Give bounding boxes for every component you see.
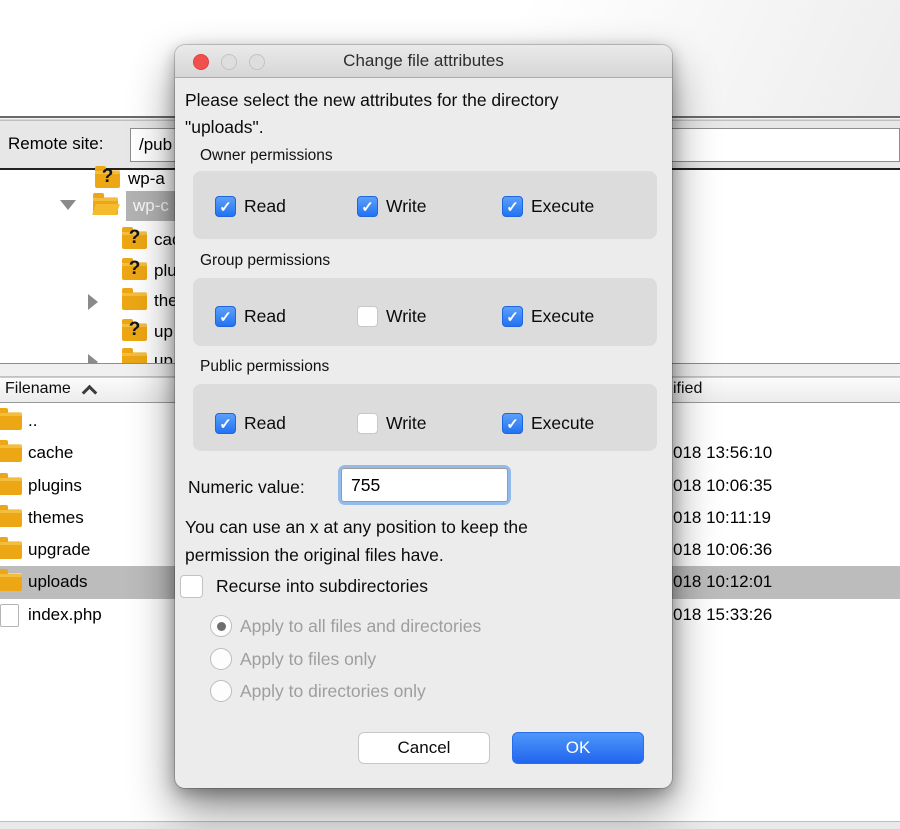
tree-item-label: plu — [154, 256, 177, 286]
file-name: themes — [28, 502, 84, 534]
owner-permissions-label: Owner permissions — [200, 147, 333, 165]
numeric-value-input[interactable]: 755 — [341, 468, 508, 502]
file-name: .. — [28, 405, 37, 437]
folder-icon — [0, 541, 22, 559]
public-write-label[interactable]: Write — [386, 413, 427, 434]
column-header-modified[interactable]: ified — [673, 380, 702, 398]
apply-all-radio — [210, 615, 232, 637]
intro-line-1: Please select the new attributes for the… — [185, 87, 665, 114]
public-read-checkbox[interactable] — [215, 413, 236, 434]
folder-icon — [122, 292, 147, 310]
intro-line-2: "uploads". — [185, 114, 665, 141]
help-text: You can use an x at any position to keep… — [185, 513, 665, 569]
file-name: uploads — [28, 566, 88, 598]
group-read-label[interactable]: Read — [244, 306, 286, 327]
cancel-button[interactable]: Cancel — [358, 732, 490, 764]
chevron-collapsed-icon[interactable] — [88, 294, 98, 310]
file-name: plugins — [28, 470, 82, 502]
owner-read-checkbox[interactable] — [215, 196, 236, 217]
file-modified: 018 10:06:35 — [673, 470, 772, 502]
folder-icon — [0, 444, 22, 462]
file-name: cache — [28, 437, 73, 469]
file-modified: 018 13:56:10 — [673, 437, 772, 469]
file-modified: 018 10:12:01 — [673, 566, 772, 598]
tree-selected-item[interactable]: wp-c — [126, 191, 177, 221]
status-bar — [0, 821, 900, 829]
dialog-title: Change file attributes — [175, 51, 672, 71]
folder-question-icon — [122, 323, 147, 341]
ok-button[interactable]: OK — [512, 732, 644, 764]
apply-files-label: Apply to files only — [240, 649, 376, 670]
change-file-attributes-dialog: Change file attributes Please select the… — [175, 45, 672, 788]
group-execute-checkbox[interactable] — [502, 306, 523, 327]
apply-all-label: Apply to all files and directories — [240, 616, 481, 637]
folder-open-icon — [93, 197, 118, 215]
group-permissions-label: Group permissions — [200, 252, 330, 270]
help-line-1: You can use an x at any position to keep… — [185, 513, 665, 541]
public-permissions-label: Public permissions — [200, 358, 329, 376]
numeric-value-label: Numeric value: — [188, 477, 305, 498]
file-name: index.php — [28, 599, 102, 631]
public-execute-label[interactable]: Execute — [531, 413, 594, 434]
file-name: upgrade — [28, 534, 90, 566]
recurse-label[interactable]: Recurse into subdirectories — [216, 576, 428, 597]
folder-question-icon — [122, 262, 147, 280]
owner-execute-checkbox[interactable] — [502, 196, 523, 217]
file-icon — [0, 604, 19, 627]
public-execute-checkbox[interactable] — [502, 413, 523, 434]
dialog-titlebar: Change file attributes — [175, 45, 672, 78]
owner-read-label[interactable]: Read — [244, 196, 286, 217]
tree-item-label: wp-c — [133, 191, 169, 221]
folder-icon — [0, 573, 22, 591]
help-line-2: permission the original files have. — [185, 541, 665, 569]
owner-write-label[interactable]: Write — [386, 196, 427, 217]
dialog-intro-text: Please select the new attributes for the… — [185, 87, 665, 141]
recurse-checkbox[interactable] — [180, 575, 203, 598]
folder-question-icon — [122, 231, 147, 249]
apply-directories-label: Apply to directories only — [240, 681, 426, 702]
apply-directories-radio — [210, 680, 232, 702]
apply-files-radio — [210, 648, 232, 670]
folder-icon — [0, 509, 22, 527]
file-modified: 018 15:33:26 — [673, 599, 772, 631]
file-modified: 018 10:11:19 — [673, 502, 771, 534]
file-modified: 018 10:06:36 — [673, 534, 772, 566]
group-read-checkbox[interactable] — [215, 306, 236, 327]
group-write-label[interactable]: Write — [386, 306, 427, 327]
numeric-value-focus-ring: 755 — [338, 465, 511, 505]
public-read-label[interactable]: Read — [244, 413, 286, 434]
group-execute-label[interactable]: Execute — [531, 306, 594, 327]
chevron-expanded-icon[interactable] — [60, 200, 76, 210]
sort-ascending-icon — [82, 385, 98, 401]
remote-site-label: Remote site: — [8, 134, 103, 154]
folder-icon — [0, 412, 22, 430]
public-write-checkbox[interactable] — [357, 413, 378, 434]
folder-icon — [0, 477, 22, 495]
column-header-filename[interactable]: Filename — [5, 380, 71, 398]
owner-write-checkbox[interactable] — [357, 196, 378, 217]
group-write-checkbox[interactable] — [357, 306, 378, 327]
owner-execute-label[interactable]: Execute — [531, 196, 594, 217]
tree-item-label: up — [154, 317, 173, 347]
